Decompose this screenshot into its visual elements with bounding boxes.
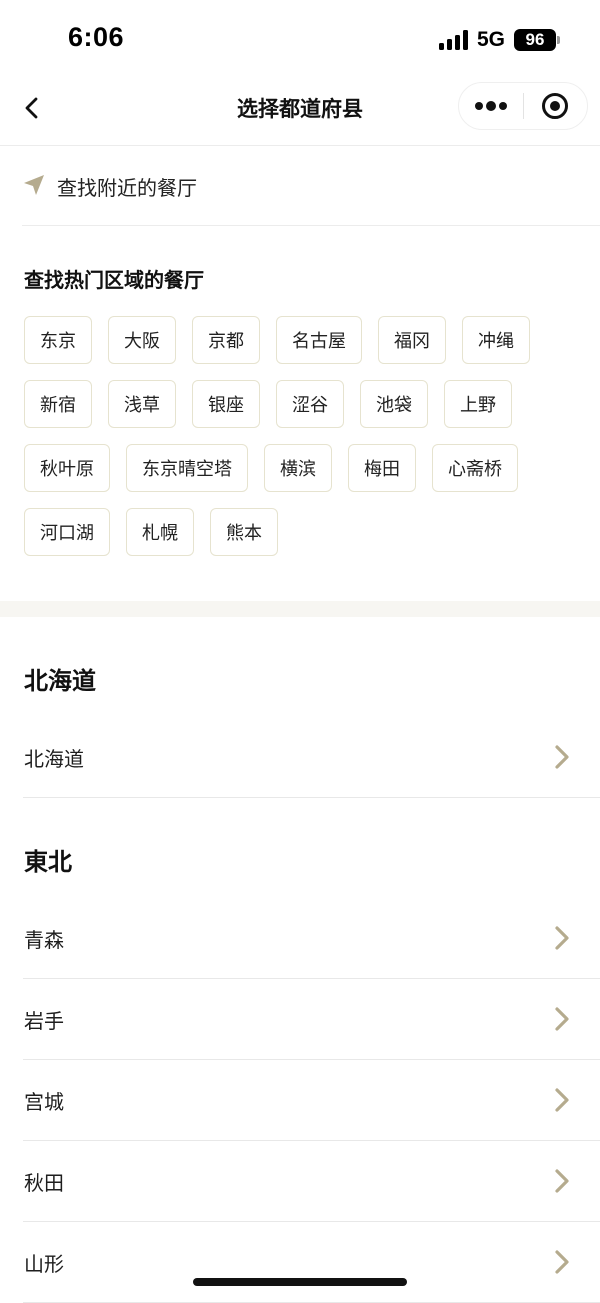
region-header: 東北 [24,848,72,876]
area-chip[interactable]: 梅田 [348,444,416,492]
mini-program-capsule [458,82,588,130]
region-header: 北海道 [24,667,96,695]
area-chip[interactable]: 东京晴空塔 [126,444,248,492]
close-miniprogram-button[interactable] [524,83,588,129]
area-chip[interactable]: 河口湖 [24,508,110,556]
chevron-right-icon [554,1006,570,1036]
chevron-right-icon [554,1168,570,1198]
more-dots-icon [474,101,507,111]
area-chip[interactable]: 银座 [192,380,260,428]
area-chip[interactable]: 福冈 [378,316,446,364]
area-chip[interactable]: 京都 [192,316,260,364]
prefecture-label: 北海道 [24,747,84,771]
navigation-bar: 选择都道府县 [0,78,600,146]
prefecture-row[interactable]: 宫城 [23,1060,600,1141]
signal-icon [438,30,468,50]
chevron-right-icon [554,1087,570,1117]
status-time: 6:06 [68,22,125,52]
prefecture-list: 北海道 北海道 東北 青森 岩手 宫城 秋田 山形 [0,617,600,1303]
area-chip[interactable]: 浅草 [108,380,176,428]
location-arrow-icon [24,175,44,195]
network-type: 5G [476,28,505,51]
area-chip[interactable]: 池袋 [360,380,428,428]
area-chip[interactable]: 秋叶原 [24,444,110,492]
chevron-right-icon [554,744,570,774]
prefecture-row[interactable]: 秋田 [23,1141,600,1222]
prefecture-label: 青森 [24,928,64,952]
hot-areas-title: 查找热门区域的餐厅 [24,268,204,292]
area-chip[interactable]: 东京 [24,316,92,364]
section-separator [0,601,600,617]
chevron-right-icon [554,1249,570,1279]
chevron-right-icon [554,925,570,955]
home-indicator[interactable] [193,1278,407,1286]
prefecture-label: 宫城 [24,1090,64,1114]
prefecture-row[interactable]: 北海道 [23,717,600,798]
battery-level: 96 [514,29,556,51]
more-button[interactable] [459,83,523,129]
divider [22,225,600,226]
find-nearby-restaurants[interactable]: 查找附近的餐厅 [0,146,600,226]
status-indicators: 5G 96 [438,28,560,52]
hot-area-chips: 东京 大阪 京都 名古屋 福冈 冲绳新宿 浅草 银座 涩谷 池袋 上野秋叶原 东京晴空塔 横滨 梅田 心斋桥… [24,316,584,556]
area-chip[interactable]: 熊本 [210,508,278,556]
area-chip[interactable]: 上野 [444,380,512,428]
area-chip[interactable]: 札幌 [126,508,194,556]
prefecture-row[interactable]: 青森 [23,898,600,979]
status-bar: 6:06 5G 96 [0,0,600,78]
area-chip[interactable]: 冲绳 [462,316,530,364]
area-chip[interactable]: 名古屋 [276,316,362,364]
battery-icon: 96 [514,29,560,51]
area-chip[interactable]: 心斋桥 [432,444,518,492]
prefecture-label: 岩手 [24,1009,64,1033]
area-chip[interactable]: 大阪 [108,316,176,364]
prefecture-row[interactable]: 山形 [23,1222,600,1303]
prefecture-label: 秋田 [24,1171,64,1195]
prefecture-row[interactable]: 岩手 [23,979,600,1060]
area-chip[interactable]: 横滨 [264,444,332,492]
find-nearby-label: 查找附近的餐厅 [57,176,197,200]
area-chip[interactable]: 涩谷 [276,380,344,428]
prefecture-label: 山形 [24,1252,64,1276]
target-circle-icon [542,93,569,119]
area-chip[interactable]: 新宿 [24,380,92,428]
